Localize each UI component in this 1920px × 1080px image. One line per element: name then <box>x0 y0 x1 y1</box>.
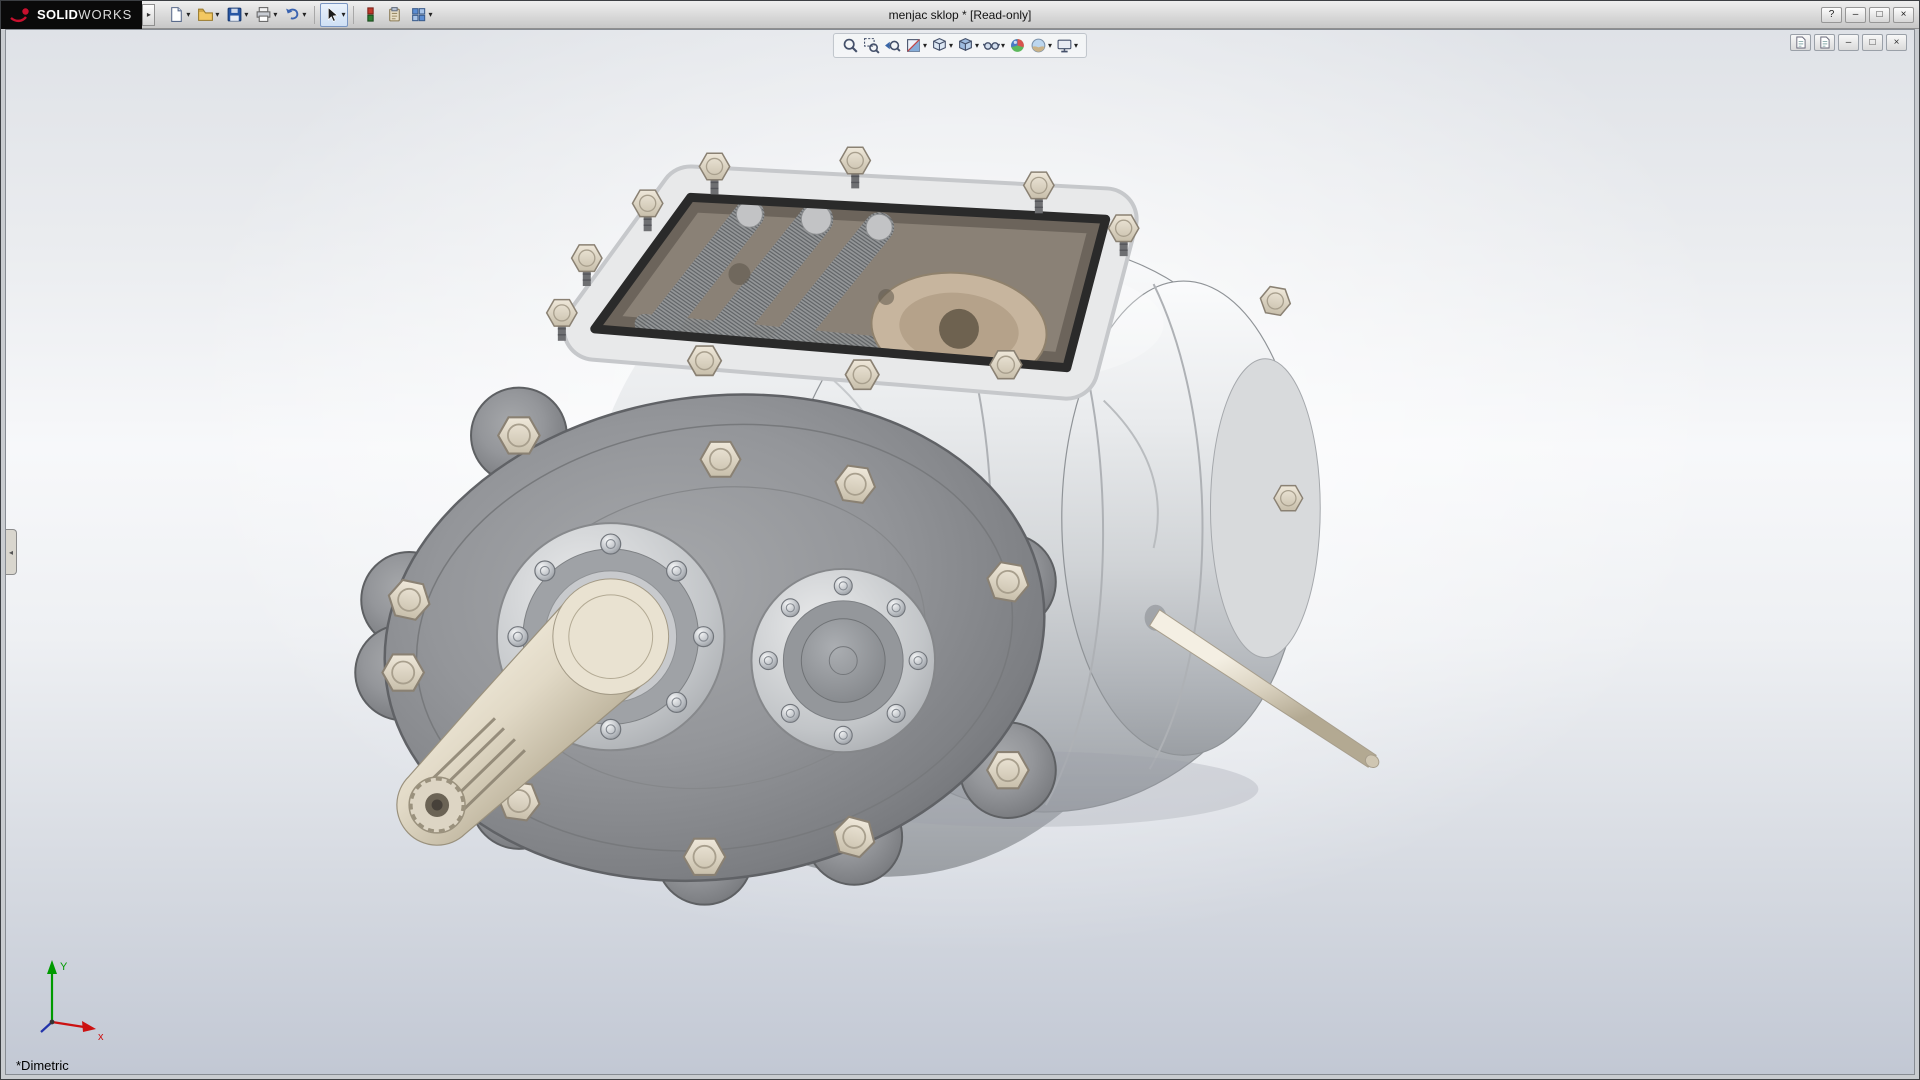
zoom-to-area-icon <box>864 38 880 54</box>
view-orientation-icon <box>933 38 946 51</box>
toolbar-separator <box>353 5 355 24</box>
new-document-button[interactable]: ▾ <box>165 3 193 27</box>
display-style-button[interactable]: ▾ <box>956 36 980 55</box>
indicator-button[interactable] <box>359 3 382 27</box>
view-orientation-label: *Dimetric <box>16 1058 69 1073</box>
edit-appearance-icon <box>1011 39 1024 52</box>
previous-view-button[interactable] <box>883 36 902 55</box>
options-button[interactable]: ▾ <box>407 3 435 27</box>
triad-y-label: Y <box>60 961 68 973</box>
apply-scene-icon <box>1031 38 1046 53</box>
zoom-to-area-button[interactable] <box>862 36 881 55</box>
view-orientation-button[interactable]: ▾ <box>930 36 954 55</box>
titlebar: SOLIDWORKS ▸ ▾ ▾ ▾ ▾ ▾ ▾ ▾ menjac sklop … <box>1 1 1919 29</box>
apply-scene-button[interactable]: ▾ <box>1029 36 1053 55</box>
document-minimize-button[interactable]: – <box>1838 34 1859 51</box>
ds-logo-icon <box>10 7 29 22</box>
undo-icon <box>286 8 299 20</box>
document-window-controls: – □ × <box>1790 34 1907 51</box>
open-folder-icon <box>198 8 214 21</box>
output-boss[interactable] <box>750 567 937 754</box>
close-button[interactable]: × <box>1893 6 1914 23</box>
select-arrow-icon <box>328 6 339 22</box>
select-tool-button[interactable]: ▾ <box>320 2 349 27</box>
help-button[interactable]: ? <box>1821 6 1842 23</box>
solidworks-menu[interactable]: SOLIDWORKS <box>1 1 143 29</box>
panel-collapse-handle[interactable]: ◂ <box>6 529 17 575</box>
toolbar-separator <box>314 5 316 24</box>
section-view-button[interactable]: ▾ <box>904 36 928 55</box>
zoom-to-fit-button[interactable] <box>841 36 860 55</box>
display-style-icon <box>959 38 972 52</box>
print-button[interactable]: ▾ <box>252 3 280 27</box>
orientation-triad: Y x <box>40 960 104 1043</box>
hide-show-items-icon <box>983 42 1000 50</box>
new-document-icon <box>171 7 183 22</box>
previous-view-icon <box>885 40 901 52</box>
clipboard-icon <box>389 7 401 22</box>
document-close-button[interactable]: × <box>1886 34 1907 51</box>
red-green-stack-icon <box>367 7 375 22</box>
minimize-button[interactable]: – <box>1845 6 1866 23</box>
gearbox-model[interactable] <box>6 30 1914 1074</box>
brand-text: SOLIDWORKS <box>37 7 133 22</box>
document-restore-button[interactable]: □ <box>1862 34 1883 51</box>
headsup-view-toolbar: ▾ ▾ ▾ ▾ ▾ ▾ <box>832 33 1088 58</box>
section-view-icon <box>907 39 920 52</box>
triad-x-label: x <box>98 1031 104 1043</box>
save-icon <box>227 7 242 22</box>
solidworks-window: SOLIDWORKS ▸ ▾ ▾ ▾ ▾ ▾ ▾ ▾ menjac sklop … <box>0 0 1920 1080</box>
pane-right-button[interactable] <box>1814 34 1835 51</box>
print-icon <box>257 7 271 22</box>
window-title: menjac sklop * [Read-only] <box>888 7 1032 22</box>
main-toolbar: ▾ ▾ ▾ ▾ ▾ ▾ ▾ <box>161 2 435 27</box>
page-icon <box>1820 36 1830 49</box>
zoom-to-fit-icon <box>843 38 858 53</box>
clipboard-button[interactable] <box>383 3 406 27</box>
grid-options-icon <box>412 8 426 22</box>
edit-appearance-button[interactable] <box>1008 36 1027 55</box>
top-cover-opening[interactable] <box>561 164 1139 401</box>
pane-left-button[interactable] <box>1790 34 1811 51</box>
page-icon <box>1796 36 1806 49</box>
view-settings-button[interactable]: ▾ <box>1055 36 1079 55</box>
undo-button[interactable]: ▾ <box>281 3 309 27</box>
save-button[interactable]: ▾ <box>223 3 251 27</box>
maximize-button[interactable]: □ <box>1869 6 1890 23</box>
graphics-area[interactable]: ▾ ▾ ▾ ▾ ▾ ▾ – □ × ◂ Y x *Dimetric <box>5 29 1915 1075</box>
open-button[interactable]: ▾ <box>194 3 222 27</box>
hide-show-items-button[interactable]: ▾ <box>982 36 1006 55</box>
window-controls: ? – □ × <box>1821 6 1919 23</box>
menu-expand-button[interactable]: ▸ <box>142 3 156 26</box>
view-settings-icon <box>1057 39 1072 53</box>
